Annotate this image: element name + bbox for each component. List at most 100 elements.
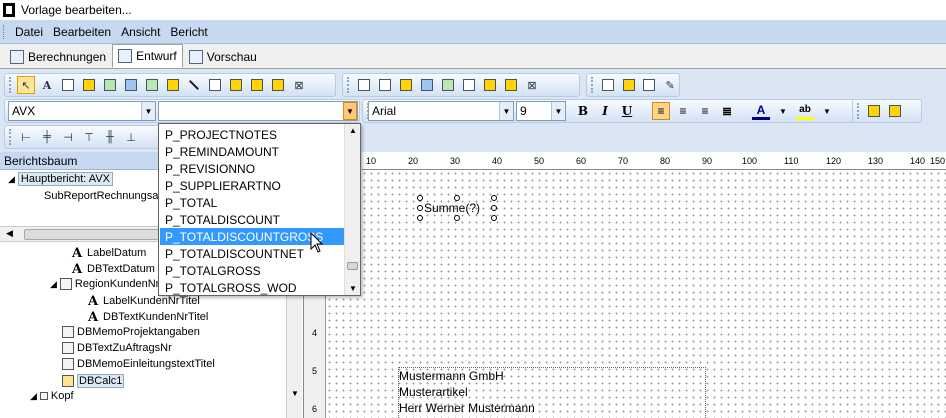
dbimage-tool-icon[interactable] [439, 76, 457, 94]
chevron-down-icon[interactable]: ▼ [141, 102, 155, 120]
underline-button[interactable]: U [618, 102, 636, 120]
align-lefts-icon[interactable]: ⊢ [17, 128, 35, 146]
components-toolbar: ↖ A ⊠ [4, 73, 336, 97]
tab-vorschau[interactable]: Vorschau [183, 46, 263, 68]
tree-item[interactable]: ◢ Kopf [30, 390, 74, 402]
line-tool-icon[interactable] [185, 76, 203, 94]
tree-item[interactable]: A LabelDatum [70, 245, 146, 261]
dbmemo-tool-icon[interactable] [376, 76, 394, 94]
design-icon [118, 49, 133, 63]
dbcalc-tool-icon[interactable] [418, 76, 436, 94]
chart-tool-icon[interactable] [269, 76, 287, 94]
tree-item[interactable]: DBCalc1 [62, 374, 125, 388]
font-color-button[interactable]: A [752, 102, 770, 120]
menu-bericht[interactable]: Bericht [165, 25, 212, 39]
italic-button[interactable]: I [596, 102, 614, 120]
field-combo[interactable]: ▼ [158, 101, 358, 121]
dropdown-option[interactable]: P_PROJECTNOTES [160, 126, 344, 143]
align-tops-icon[interactable]: ⊤ [80, 128, 98, 146]
title-bar: Vorlage bearbeiten... [0, 0, 946, 20]
label-icon: A [71, 245, 83, 261]
region-tool-icon[interactable] [599, 76, 617, 94]
chevron-down-icon[interactable]: ▼ [818, 102, 836, 120]
address-line[interactable]: Musterartikel [399, 385, 468, 399]
tree-item[interactable]: DBMemoProjektangaben [62, 326, 200, 338]
variable-tool-icon[interactable] [122, 76, 140, 94]
dbrichtext-tool-icon[interactable] [397, 76, 415, 94]
close-tool-icon[interactable]: ⊠ [290, 76, 308, 94]
dbtext-tool-icon[interactable] [355, 76, 373, 94]
component-combo[interactable]: AVX ▼ [8, 101, 156, 121]
chevron-down-icon[interactable]: ▼ [349, 284, 357, 293]
chevron-down-icon[interactable]: ▼ [774, 102, 792, 120]
data-components-toolbar: ⊠ [342, 73, 580, 97]
richtext-tool-icon[interactable] [80, 76, 98, 94]
tree-item[interactable]: A LabelKundenNrTitel [86, 294, 200, 309]
select-arrow-icon[interactable]: ↖ [17, 76, 35, 94]
address-line[interactable]: Mustermann GmbH [399, 369, 504, 383]
font-size-combo[interactable]: 9 ▼ [516, 101, 566, 121]
align-rights-icon[interactable]: ⊣ [59, 128, 77, 146]
shape-tool-icon[interactable] [164, 76, 182, 94]
address-line[interactable]: Herr Werner Mustermann [399, 401, 535, 415]
align-center-icon[interactable]: ≡ [674, 102, 692, 120]
region-icon [59, 278, 72, 290]
tree-item[interactable]: DBMemoEinleitungstextTitel [62, 358, 215, 370]
menu-bearbeiten[interactable]: Bearbeiten [48, 25, 116, 39]
align-middles-icon[interactable]: ╫ [101, 128, 119, 146]
bold-button[interactable]: B [574, 102, 592, 120]
selected-field[interactable]: Summe(?) [417, 195, 497, 221]
dbchart-tool-icon[interactable] [502, 76, 520, 94]
chevron-down-icon[interactable]: ▼ [551, 102, 565, 120]
tree-item[interactable]: DBTextZuAftragsNr [62, 342, 172, 354]
chevron-up-icon[interactable]: ▲ [349, 126, 357, 135]
matrix-tool-icon[interactable] [227, 76, 245, 94]
window-title: Vorlage bearbeiten... [21, 3, 132, 17]
align-right-icon[interactable]: ≡ [696, 102, 714, 120]
label-tool-icon[interactable]: A [38, 76, 56, 94]
bring-front-icon[interactable] [865, 102, 883, 120]
align-toolbar: ⊢ ╪ ⊣ ⊤ ╫ ⊥ [4, 125, 164, 149]
align-left-icon[interactable]: ≡ [652, 102, 670, 120]
dbbarcode-tool-icon[interactable] [460, 76, 478, 94]
chevron-down-icon[interactable]: ▼ [499, 102, 513, 120]
dropdown-option[interactable]: P_TOTALGROSS [160, 262, 344, 279]
field-dropdown-list[interactable]: P_PROJECTNOTES P_REMINDAMOUNT P_REVISION… [158, 123, 361, 296]
dropdown-option[interactable]: P_REMINDAMOUNT [160, 143, 344, 160]
dropdown-option[interactable]: P_SUPPLIERARTNO [160, 177, 344, 194]
send-back-icon[interactable] [886, 102, 904, 120]
menu-datei[interactable]: Datei [10, 25, 48, 39]
dbmemo-icon [62, 358, 74, 370]
dropdown-option[interactable]: P_TOTALGROSS_WOD [160, 279, 344, 296]
dropdown-option[interactable]: P_TOTAL [160, 194, 344, 211]
menu-ansicht[interactable]: Ansicht [116, 25, 165, 39]
checkbox-tool-icon[interactable] [248, 76, 266, 94]
memo-tool-icon[interactable] [59, 76, 77, 94]
dropdown-option[interactable]: P_TOTALDISCOUNT [160, 211, 344, 228]
systemvar-tool-icon[interactable] [101, 76, 119, 94]
chevron-down-icon[interactable]: ▼ [343, 102, 357, 120]
subreport-tool-icon[interactable] [620, 76, 638, 94]
dbclose-tool-icon[interactable]: ⊠ [523, 76, 541, 94]
font-combo[interactable]: Arial ▼ [368, 101, 514, 121]
tab-berechnungen[interactable]: Berechnungen [4, 46, 112, 68]
barcode-tool-icon[interactable] [206, 76, 224, 94]
tree-item[interactable]: A DBTextKundenNrTitel [86, 310, 208, 325]
menu-grip [3, 24, 6, 39]
format-buttons: B I U ≡ ≡ ≡ ≣ A ▼ ab ▼ ⚓ ▢ [574, 102, 892, 120]
highlight-color-icon[interactable]: ab [796, 102, 814, 120]
tree-root[interactable]: ◢ Hauptbericht: AVX [8, 172, 113, 186]
align-justify-icon[interactable]: ≣ [718, 102, 736, 120]
tab-entwurf[interactable]: Entwurf [112, 44, 183, 68]
dropdown-scrollbar[interactable]: ▲ ▼ [344, 124, 360, 295]
paint-tool-icon[interactable]: ✎ [661, 76, 679, 94]
tree-item[interactable]: A DBTextDatum [70, 262, 155, 277]
align-bottoms-icon[interactable]: ⊥ [122, 128, 140, 146]
toolbar-area: ↖ A ⊠ ⊠ ✎ AVX ▼ ▼ Arial ▼ 9 ▼ B I U ≡ ≡ … [0, 69, 946, 152]
crosstab-tool-icon[interactable] [640, 76, 658, 94]
dbcheckbox-tool-icon[interactable] [481, 76, 499, 94]
align-centers-icon[interactable]: ╪ [38, 128, 56, 146]
tree-item[interactable]: ◢ RegionKundenNr [50, 278, 159, 290]
image-tool-icon[interactable] [143, 76, 161, 94]
dropdown-option[interactable]: P_REVISIONNO [160, 160, 344, 177]
